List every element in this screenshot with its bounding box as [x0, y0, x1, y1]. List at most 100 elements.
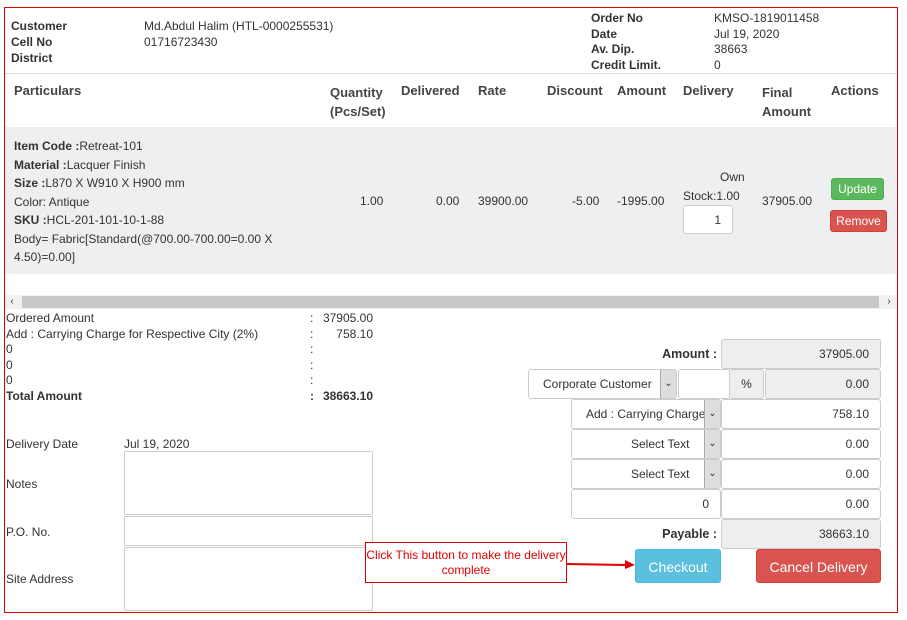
notes-label: Notes	[6, 477, 38, 491]
summary-row: 0:	[6, 358, 376, 374]
date-label: Date	[591, 26, 618, 41]
material-label: Material :	[14, 157, 67, 172]
chevron-down-icon: ⌄	[660, 370, 676, 398]
amount: -1995.00	[617, 194, 665, 208]
col-delivered: Delivered	[401, 83, 460, 98]
table-row: Item Code :Retreat-101 Material :Lacquer…	[5, 127, 896, 274]
site-address-label: Site Address	[6, 572, 74, 586]
charge1-select-value: Add : Carrying Charge	[586, 407, 706, 421]
date-value: Jul 19, 2020	[714, 26, 780, 41]
body-line1: Body= Fabric[Standard(@700.00-700.00=0.0…	[14, 231, 273, 246]
col-quantity: Quantity (Pcs/Set)	[330, 83, 386, 121]
col-discount: Discount	[547, 83, 603, 98]
cell-label: Cell No	[11, 35, 53, 49]
discount-percent-input[interactable]	[678, 369, 730, 399]
colon: :	[310, 342, 314, 356]
charge2-select-value: Select Text	[631, 437, 690, 451]
col-final-l1: Final	[762, 85, 793, 100]
order-value: KMSO-1819011458	[714, 11, 820, 25]
checkout-button[interactable]: Checkout	[635, 549, 721, 583]
horizontal-scrollbar[interactable]: ‹ ›	[5, 295, 896, 309]
delivery-qty-input[interactable]: 1	[683, 205, 733, 234]
summary-label: Ordered Amount	[6, 311, 95, 325]
col-final-amount: Final Amount	[762, 83, 811, 121]
annotation-callout: Click This button to make the delivery c…	[365, 542, 567, 583]
charge3-select[interactable]: Select Text ⌄	[571, 459, 721, 489]
amount-label: Amount :	[662, 347, 717, 361]
chevron-down-icon: ⌄	[704, 400, 720, 428]
summary-row: Add : Carrying Charge for Respective Cit…	[6, 327, 376, 343]
discount-amount-field: 0.00	[765, 369, 881, 399]
cancel-delivery-button[interactable]: Cancel Delivery	[756, 549, 881, 583]
order-labels: Order No Date Av. Dip. Credit Limit.	[591, 11, 661, 73]
summary-value: 38663.10	[322, 388, 373, 403]
order-label: Order No	[591, 11, 644, 25]
stock-label: Stock:1.00	[683, 189, 740, 203]
body-line2: 4.50)=0.00]	[14, 250, 76, 264]
rate: 39900.00	[478, 194, 529, 208]
charge2-input[interactable]: 0.00	[721, 429, 881, 459]
scrollbar-thumb[interactable]	[22, 296, 879, 308]
annotation-arrow-icon	[567, 560, 635, 569]
item-particulars: Item Code :Retreat-101 Material :Lacquer…	[14, 137, 272, 267]
customer-labels: Customer Cell No District	[11, 18, 67, 66]
size-label: Size :	[14, 176, 46, 190]
final-amount: 37905.00	[762, 194, 813, 208]
summary-label: Add : Carrying Charge for Respective Cit…	[6, 326, 259, 341]
charge2-select[interactable]: Select Text ⌄	[571, 429, 721, 459]
site-address-textarea[interactable]	[124, 547, 373, 611]
discount: -5.00	[572, 194, 600, 208]
order-values: KMSO-1819011458 Jul 19, 2020 38663 0	[714, 11, 819, 73]
extra-input[interactable]: 0	[571, 489, 721, 519]
colon: :	[310, 388, 314, 403]
color: Color: Antique	[14, 194, 90, 209]
extra-value-input[interactable]: 0.00	[721, 489, 881, 519]
remove-button[interactable]: Remove	[830, 210, 887, 232]
summary-list: Ordered Amount:37905.00 Add : Carrying C…	[6, 311, 376, 404]
customer-type-value: Corporate Customer	[543, 377, 652, 391]
update-button[interactable]: Update	[831, 178, 884, 200]
divider	[5, 73, 896, 74]
chevron-down-icon: ⌄	[704, 430, 720, 458]
summary-label: 0	[6, 357, 13, 372]
avdip-label: Av. Dip.	[591, 42, 635, 56]
size: L870 X W910 X H900 mm	[45, 176, 185, 190]
col-amount: Amount	[617, 83, 667, 98]
item-code-label: Item Code :	[14, 139, 80, 153]
item-code: Retreat-101	[79, 139, 143, 153]
colon: :	[310, 373, 314, 387]
colon: :	[310, 357, 314, 372]
notes-textarea[interactable]	[124, 451, 373, 515]
summary-value: 758.10	[336, 326, 373, 341]
customer-type-select[interactable]: Corporate Customer ⌄	[528, 369, 677, 399]
col-quantity-l2: (Pcs/Set)	[330, 104, 386, 119]
customer-values: Md.Abdul Halim (HTL-0000255531) 01716723…	[144, 18, 333, 50]
col-final-l2: Amount	[762, 104, 812, 119]
summary-label: 0	[6, 342, 13, 356]
scroll-left-icon[interactable]: ‹	[5, 295, 19, 309]
own-label: Own	[720, 170, 745, 184]
credit-label: Credit Limit.	[591, 57, 662, 72]
scroll-right-icon[interactable]: ›	[882, 295, 896, 309]
summary-value: 37905.00	[322, 311, 373, 325]
customer-label: Customer	[11, 19, 68, 33]
quantity: 1.00	[360, 194, 384, 208]
material: Lacquer Finish	[66, 157, 146, 172]
payable-label: Payable :	[662, 527, 717, 541]
po-input[interactable]	[124, 516, 373, 546]
charge1-select[interactable]: Add : Carrying Charge ⌄	[571, 399, 721, 429]
summary-row-total: Total Amount:38663.10	[6, 389, 376, 405]
charge3-select-value: Select Text	[631, 467, 690, 481]
charge1-input[interactable]: 758.10	[721, 399, 881, 429]
col-actions: Actions	[831, 83, 879, 98]
delivery-date-value: Jul 19, 2020	[124, 437, 190, 451]
district-label: District	[11, 51, 53, 65]
charge3-input[interactable]: 0.00	[721, 459, 881, 489]
percent-addon: %	[729, 369, 764, 399]
col-quantity-l1: Quantity	[330, 85, 383, 100]
col-delivery: Delivery	[683, 83, 734, 98]
summary-row: Ordered Amount:37905.00	[6, 311, 376, 327]
col-rate: Rate	[478, 83, 507, 98]
delivery-date-label: Delivery Date	[6, 437, 79, 451]
col-particulars: Particulars	[14, 83, 82, 98]
